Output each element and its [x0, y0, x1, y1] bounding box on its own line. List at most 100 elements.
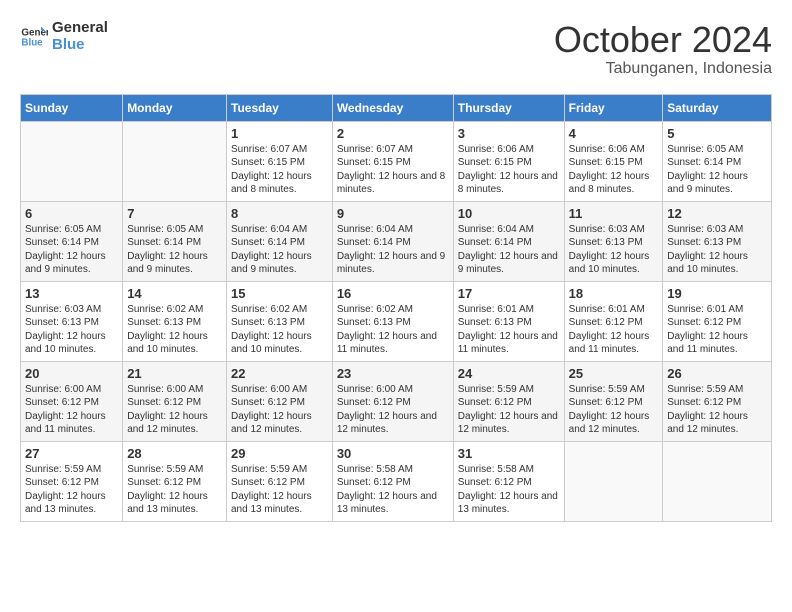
- day-number: 28: [127, 446, 222, 461]
- day-info: Sunrise: 5:58 AM Sunset: 6:12 PM Dayligh…: [458, 463, 560, 517]
- day-number: 29: [231, 446, 328, 461]
- calendar-cell: 12 Sunrise: 6:03 AM Sunset: 6:13 PM Dayli…: [663, 201, 772, 281]
- col-thursday: Thursday: [453, 94, 564, 121]
- day-info: Sunrise: 6:03 AM Sunset: 6:13 PM Dayligh…: [25, 303, 118, 357]
- calendar-cell: 25Sunrise: 5:59 AM Sunset: 6:12 PM Dayli…: [564, 361, 663, 441]
- calendar-cell: 18 Sunrise: 6:01 AM Sunset: 6:12 PM Dayli…: [564, 281, 663, 361]
- day-number: 30: [337, 446, 449, 461]
- day-info: Sunrise: 6:04 AM Sunset: 6:14 PM Dayligh…: [458, 223, 560, 277]
- day-info: Sunrise: 5:59 AM Sunset: 6:12 PM Dayligh…: [667, 383, 767, 437]
- day-number: 11: [569, 206, 659, 221]
- logo: General Blue General Blue: [20, 20, 108, 53]
- calendar-cell: 15 Sunrise: 6:02 AM Sunset: 6:13 PM Dayli…: [227, 281, 333, 361]
- calendar-cell: [564, 441, 663, 521]
- col-friday: Friday: [564, 94, 663, 121]
- day-info: Sunrise: 6:05 AM Sunset: 6:14 PM Dayligh…: [25, 223, 118, 277]
- calendar-week-2: 6 Sunrise: 6:05 AM Sunset: 6:14 PM Daylig…: [21, 201, 772, 281]
- col-saturday: Saturday: [663, 94, 772, 121]
- calendar-cell: 17 Sunrise: 6:01 AM Sunset: 6:13 PM Dayli…: [453, 281, 564, 361]
- calendar-header-row: Sunday Monday Tuesday Wednesday Thursday…: [21, 94, 772, 121]
- calendar-cell: 27Sunrise: 5:59 AM Sunset: 6:12 PM Dayli…: [21, 441, 123, 521]
- day-info: Sunrise: 6:02 AM Sunset: 6:13 PM Dayligh…: [231, 303, 328, 357]
- logo-blue: Blue: [52, 37, 108, 54]
- header-area: General Blue General Blue October 2024 T…: [20, 20, 772, 78]
- day-number: 20: [25, 366, 118, 381]
- calendar-cell: 29 Sunrise: 5:59 AM Sunset: 6:12 PM Dayli…: [227, 441, 333, 521]
- col-wednesday: Wednesday: [332, 94, 453, 121]
- calendar-week-1: 1 Sunrise: 6:07 AM Sunset: 6:15 PM Daylig…: [21, 121, 772, 201]
- day-number: 25: [569, 366, 659, 381]
- day-info: Sunrise: 6:06 AM Sunset: 6:15 PM Dayligh…: [569, 143, 659, 197]
- day-info: Sunrise: 6:03 AM Sunset: 6:13 PM Dayligh…: [667, 223, 767, 277]
- calendar-cell: 16Sunrise: 6:02 AM Sunset: 6:13 PM Dayli…: [332, 281, 453, 361]
- svg-text:Blue: Blue: [21, 37, 43, 48]
- calendar-cell: 1 Sunrise: 6:07 AM Sunset: 6:15 PM Daylig…: [227, 121, 333, 201]
- day-number: 31: [458, 446, 560, 461]
- day-number: 3: [458, 126, 560, 141]
- day-number: 24: [458, 366, 560, 381]
- day-info: Sunrise: 5:59 AM Sunset: 6:12 PM Dayligh…: [231, 463, 328, 517]
- calendar-cell: [123, 121, 227, 201]
- day-info: Sunrise: 6:04 AM Sunset: 6:14 PM Dayligh…: [231, 223, 328, 277]
- calendar-cell: 8Sunrise: 6:04 AM Sunset: 6:14 PM Daylig…: [227, 201, 333, 281]
- calendar-cell: 19Sunrise: 6:01 AM Sunset: 6:12 PM Dayli…: [663, 281, 772, 361]
- day-number: 10: [458, 206, 560, 221]
- day-info: Sunrise: 5:58 AM Sunset: 6:12 PM Dayligh…: [337, 463, 449, 517]
- day-info: Sunrise: 6:05 AM Sunset: 6:14 PM Dayligh…: [667, 143, 767, 197]
- calendar-cell: 3 Sunrise: 6:06 AM Sunset: 6:15 PM Daylig…: [453, 121, 564, 201]
- calendar-cell: 30 Sunrise: 5:58 AM Sunset: 6:12 PM Dayli…: [332, 441, 453, 521]
- calendar-cell: 11 Sunrise: 6:03 AM Sunset: 6:13 PM Dayli…: [564, 201, 663, 281]
- day-info: Sunrise: 6:07 AM Sunset: 6:15 PM Dayligh…: [231, 143, 328, 197]
- day-info: Sunrise: 6:06 AM Sunset: 6:15 PM Dayligh…: [458, 143, 560, 197]
- day-info: Sunrise: 5:59 AM Sunset: 6:12 PM Dayligh…: [25, 463, 118, 517]
- day-number: 15: [231, 286, 328, 301]
- calendar-week-3: 13 Sunrise: 6:03 AM Sunset: 6:13 PM Dayli…: [21, 281, 772, 361]
- calendar-cell: 9 Sunrise: 6:04 AM Sunset: 6:14 PM Daylig…: [332, 201, 453, 281]
- day-number: 17: [458, 286, 560, 301]
- day-info: Sunrise: 6:05 AM Sunset: 6:14 PM Dayligh…: [127, 223, 222, 277]
- day-info: Sunrise: 6:01 AM Sunset: 6:12 PM Dayligh…: [667, 303, 767, 357]
- calendar-cell: 14Sunrise: 6:02 AM Sunset: 6:13 PM Dayli…: [123, 281, 227, 361]
- logo-general: General: [52, 20, 108, 37]
- calendar-cell: 6 Sunrise: 6:05 AM Sunset: 6:14 PM Daylig…: [21, 201, 123, 281]
- day-number: 18: [569, 286, 659, 301]
- calendar-cell: [21, 121, 123, 201]
- day-info: Sunrise: 5:59 AM Sunset: 6:12 PM Dayligh…: [127, 463, 222, 517]
- calendar-table: Sunday Monday Tuesday Wednesday Thursday…: [20, 94, 772, 522]
- calendar-cell: 24 Sunrise: 5:59 AM Sunset: 6:12 PM Dayli…: [453, 361, 564, 441]
- calendar-cell: 5 Sunrise: 6:05 AM Sunset: 6:14 PM Daylig…: [663, 121, 772, 201]
- calendar-cell: 2 Sunrise: 6:07 AM Sunset: 6:15 PM Daylig…: [332, 121, 453, 201]
- title-area: October 2024 Tabunganen, Indonesia: [554, 20, 772, 78]
- day-number: 14: [127, 286, 222, 301]
- col-tuesday: Tuesday: [227, 94, 333, 121]
- day-number: 2: [337, 126, 449, 141]
- calendar-cell: 31 Sunrise: 5:58 AM Sunset: 6:12 PM Dayli…: [453, 441, 564, 521]
- calendar-cell: [663, 441, 772, 521]
- day-info: Sunrise: 6:03 AM Sunset: 6:13 PM Dayligh…: [569, 223, 659, 277]
- day-number: 22: [231, 366, 328, 381]
- day-info: Sunrise: 6:00 AM Sunset: 6:12 PM Dayligh…: [231, 383, 328, 437]
- day-info: Sunrise: 6:01 AM Sunset: 6:12 PM Dayligh…: [569, 303, 659, 357]
- calendar-cell: 26 Sunrise: 5:59 AM Sunset: 6:12 PM Dayli…: [663, 361, 772, 441]
- col-monday: Monday: [123, 94, 227, 121]
- day-number: 13: [25, 286, 118, 301]
- day-info: Sunrise: 6:04 AM Sunset: 6:14 PM Dayligh…: [337, 223, 449, 277]
- day-info: Sunrise: 6:01 AM Sunset: 6:13 PM Dayligh…: [458, 303, 560, 357]
- calendar-week-5: 27Sunrise: 5:59 AM Sunset: 6:12 PM Dayli…: [21, 441, 772, 521]
- day-number: 26: [667, 366, 767, 381]
- day-number: 9: [337, 206, 449, 221]
- day-number: 16: [337, 286, 449, 301]
- day-number: 23: [337, 366, 449, 381]
- calendar-cell: 10 Sunrise: 6:04 AM Sunset: 6:14 PM Dayli…: [453, 201, 564, 281]
- day-number: 1: [231, 126, 328, 141]
- day-number: 5: [667, 126, 767, 141]
- calendar-cell: 22 Sunrise: 6:00 AM Sunset: 6:12 PM Dayli…: [227, 361, 333, 441]
- calendar-cell: 4 Sunrise: 6:06 AM Sunset: 6:15 PM Daylig…: [564, 121, 663, 201]
- day-number: 4: [569, 126, 659, 141]
- day-number: 12: [667, 206, 767, 221]
- day-number: 6: [25, 206, 118, 221]
- day-info: Sunrise: 6:07 AM Sunset: 6:15 PM Dayligh…: [337, 143, 449, 197]
- day-info: Sunrise: 5:59 AM Sunset: 6:12 PM Dayligh…: [458, 383, 560, 437]
- day-number: 21: [127, 366, 222, 381]
- calendar-cell: 13 Sunrise: 6:03 AM Sunset: 6:13 PM Dayli…: [21, 281, 123, 361]
